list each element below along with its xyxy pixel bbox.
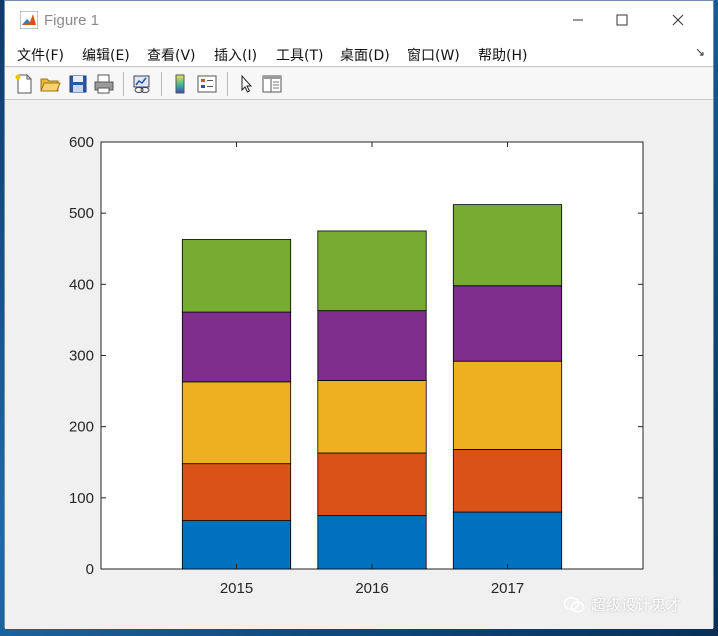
link-plot-icon[interactable] bbox=[131, 73, 153, 95]
toolbar-separator bbox=[123, 72, 124, 96]
menu-desktop[interactable]: 桌面(D) bbox=[340, 45, 390, 65]
pointer-icon[interactable] bbox=[235, 73, 257, 95]
menu-help[interactable]: 帮助(H) bbox=[478, 45, 527, 65]
y-tick-label: 200 bbox=[69, 419, 94, 436]
bar-chart[interactable]: 0 100 200 300 400 500 600 2015 2016 2017 bbox=[5, 101, 715, 629]
figure-window: Figure 1 文件(F) 编辑(E) 查看(V) 插入(I) 工具(T) 桌… bbox=[4, 0, 714, 629]
x-tick-label: 2016 bbox=[355, 580, 388, 597]
legend-icon[interactable] bbox=[196, 73, 218, 95]
maximize-button[interactable] bbox=[599, 1, 645, 39]
bar-segment[interactable] bbox=[181, 463, 292, 522]
y-tick-label: 600 bbox=[69, 134, 94, 151]
new-figure-icon[interactable] bbox=[13, 73, 35, 95]
bar-segment[interactable] bbox=[317, 515, 427, 570]
menu-window[interactable]: 窗口(W) bbox=[407, 45, 460, 65]
wechat-icon bbox=[563, 596, 585, 612]
bar-segment[interactable] bbox=[181, 311, 292, 383]
x-tick-label: 2015 bbox=[220, 580, 253, 597]
bar-segment[interactable] bbox=[181, 520, 292, 570]
watermark: 超级设计鬼才 bbox=[563, 594, 681, 615]
bar-segment[interactable] bbox=[452, 360, 563, 450]
y-tick-label: 0 bbox=[86, 561, 94, 578]
matlab-logo-icon bbox=[20, 11, 38, 29]
figure-canvas: 0 100 200 300 400 500 600 2015 2016 2017 bbox=[5, 101, 713, 629]
menu-insert[interactable]: 插入(I) bbox=[214, 45, 257, 65]
bar-segment[interactable] bbox=[181, 381, 292, 465]
print-icon[interactable] bbox=[93, 73, 115, 95]
x-tick-label: 2017 bbox=[491, 580, 524, 597]
bar-segment[interactable] bbox=[452, 285, 563, 362]
menu-tools[interactable]: 工具(T) bbox=[276, 45, 323, 65]
toolbar bbox=[5, 68, 713, 100]
y-tick-label: 100 bbox=[69, 490, 94, 507]
toolbar-separator bbox=[161, 72, 162, 96]
menu-edit[interactable]: 编辑(E) bbox=[82, 45, 130, 65]
bar-segment[interactable] bbox=[452, 511, 563, 570]
close-icon bbox=[672, 14, 684, 26]
window-title: Figure 1 bbox=[44, 12, 100, 29]
menu-file[interactable]: 文件(F) bbox=[17, 45, 64, 65]
bar-segment[interactable] bbox=[317, 230, 427, 312]
bar-segment[interactable] bbox=[452, 204, 563, 287]
bar-segment[interactable] bbox=[317, 452, 427, 517]
bar-segment[interactable] bbox=[317, 380, 427, 454]
open-file-icon[interactable] bbox=[39, 73, 61, 95]
dock-arrow-icon[interactable]: ↘ bbox=[695, 45, 705, 59]
title-bar[interactable]: Figure 1 bbox=[5, 1, 713, 39]
close-button[interactable] bbox=[655, 1, 701, 39]
y-tick-label: 300 bbox=[69, 348, 94, 365]
maximize-icon bbox=[616, 14, 628, 26]
colorbar-icon[interactable] bbox=[169, 73, 191, 95]
bar-segment[interactable] bbox=[317, 310, 427, 381]
menu-bar: 文件(F) 编辑(E) 查看(V) 插入(I) 工具(T) 桌面(D) 窗口(W… bbox=[5, 39, 713, 67]
y-tick-label: 400 bbox=[69, 276, 94, 293]
menu-view[interactable]: 查看(V) bbox=[147, 45, 196, 65]
bar-segment[interactable] bbox=[181, 239, 292, 313]
watermark-text: 超级设计鬼才 bbox=[591, 596, 682, 614]
property-editor-icon[interactable] bbox=[261, 73, 283, 95]
minimize-button[interactable] bbox=[555, 1, 601, 39]
save-icon[interactable] bbox=[67, 73, 89, 95]
minimize-icon bbox=[573, 19, 583, 21]
toolbar-separator bbox=[227, 72, 228, 96]
bar-segment[interactable] bbox=[452, 449, 563, 513]
y-tick-label: 500 bbox=[69, 205, 94, 222]
